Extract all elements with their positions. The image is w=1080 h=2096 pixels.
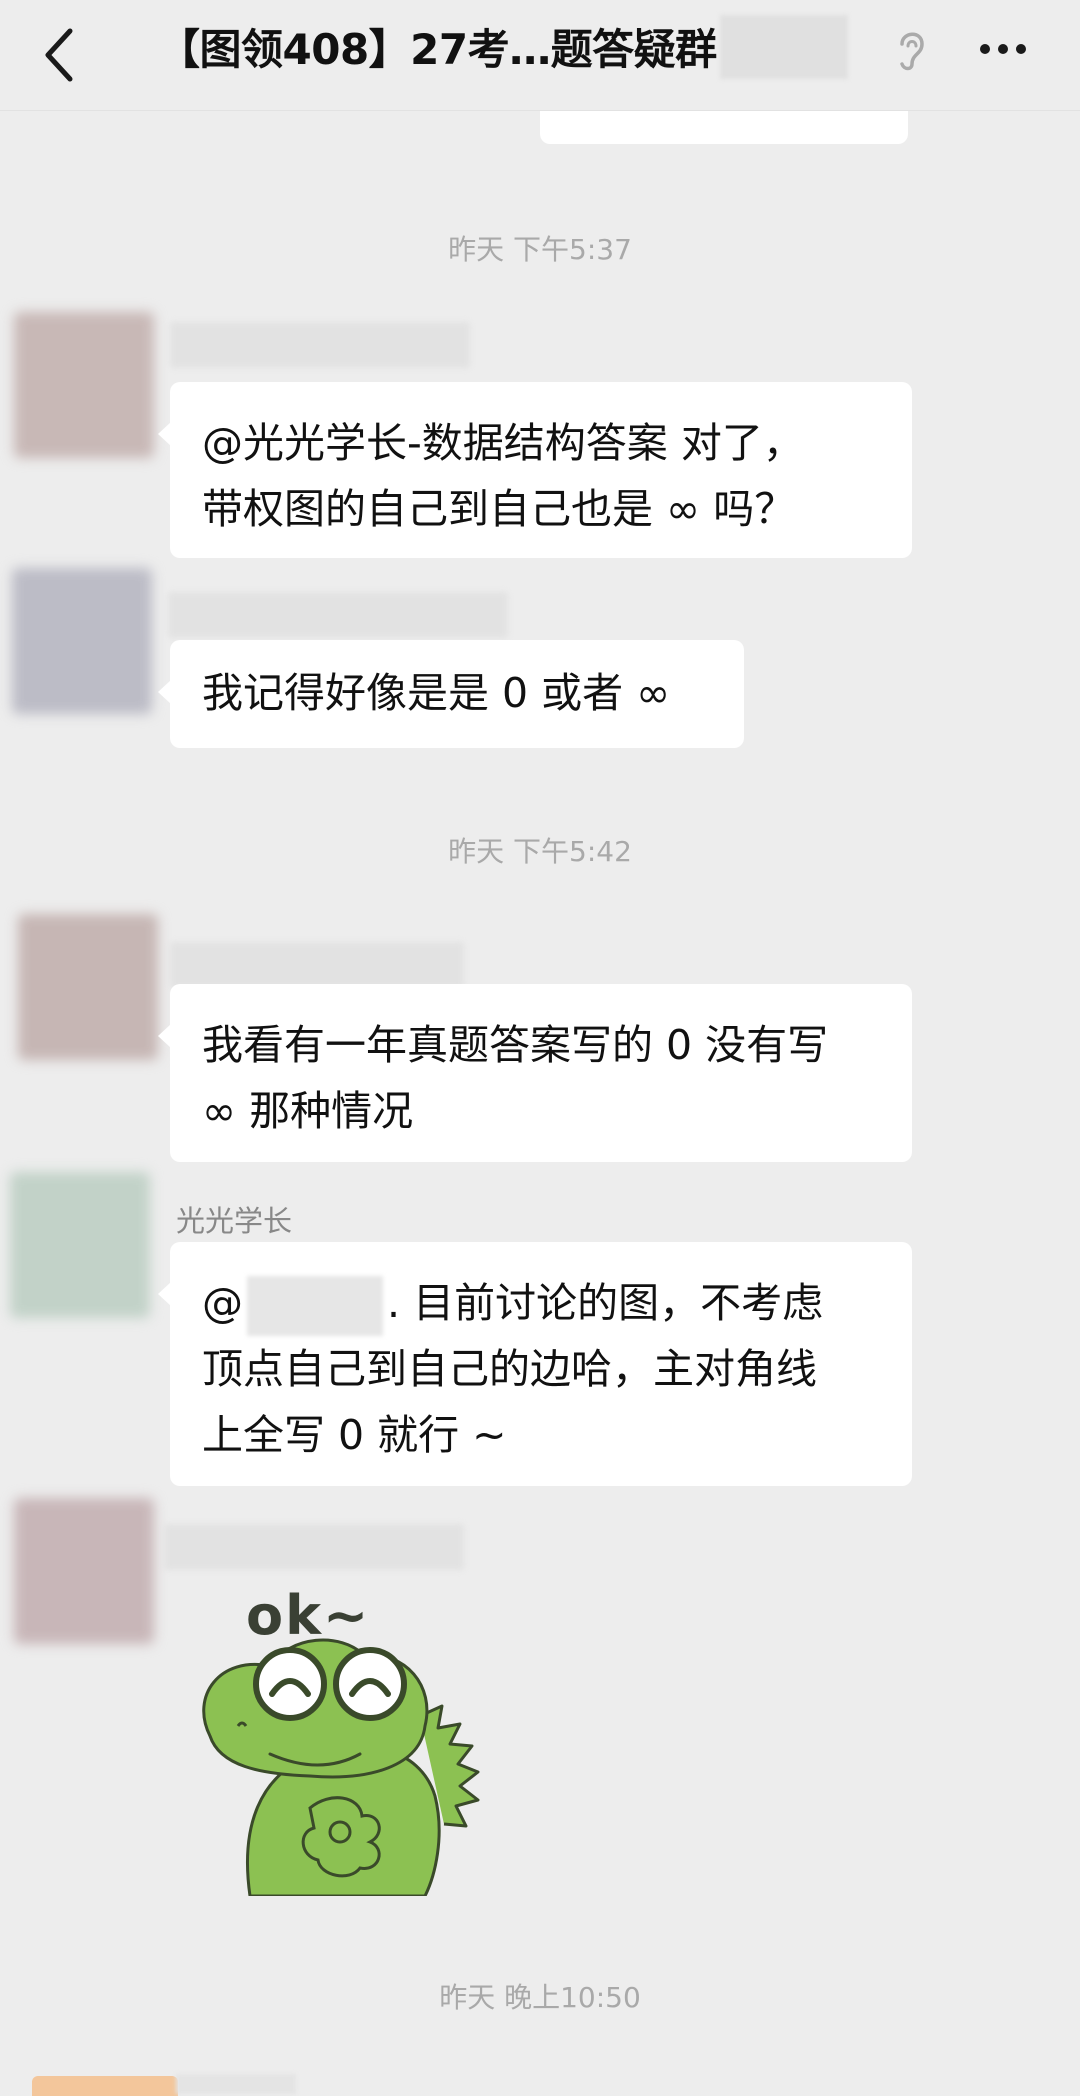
mention-symbol: @ (202, 1279, 243, 1327)
message-text: 我记得好像是是 0 或者 ∞ (202, 669, 671, 717)
sender-name-redacted (164, 1524, 464, 1570)
avatar[interactable] (18, 914, 158, 1060)
timestamp: 昨天 下午5:42 (448, 835, 632, 868)
message-text: 带权图的自己到自己也是 ∞ 吗？ (202, 485, 796, 533)
frog-sticker[interactable] (190, 1576, 490, 1896)
avatar[interactable] (14, 1498, 154, 1644)
avatar[interactable] (12, 568, 152, 714)
chevron-left-icon[interactable] (40, 25, 80, 85)
redacted-mention (247, 1276, 383, 1336)
message-text: 上全写 0 就行 ~ (202, 1411, 507, 1459)
avatar[interactable] (14, 312, 154, 458)
message-bubble[interactable]: @光光学长-数据结构答案 对了， 带权图的自己到自己也是 ∞ 吗？ (158, 382, 912, 558)
timestamp: 昨天 晚上10:50 (439, 1981, 641, 2014)
sender-name-redacted (170, 322, 470, 368)
message-text: 顶点自己到自己的边哈，主对角线 (202, 1345, 817, 1393)
message-bubble[interactable]: 我看有一年真题答案写的 0 没有写 ∞ 那种情况 (158, 984, 912, 1162)
sender-name: 光光学长 (176, 1204, 293, 1238)
chat-title: 【图领408】27考…题答疑群 (158, 25, 717, 74)
redacted-title-part (720, 15, 848, 79)
avatar[interactable] (32, 2076, 178, 2096)
sender-name-redacted (176, 2074, 296, 2094)
ear-icon[interactable] (890, 24, 930, 74)
more-icon[interactable] (978, 42, 1028, 56)
message-text: ∞ 那种情况 (202, 1087, 414, 1135)
message-bubble[interactable]: @ . 目前讨论的图，不考虑 顶点自己到自己的边哈，主对角线 上全写 0 就行 ~ (158, 1242, 912, 1486)
avatar[interactable] (10, 1172, 150, 1318)
message-text: @光光学长-数据结构答案 对了， (202, 419, 804, 467)
message-text: . 目前讨论的图，不考虑 (387, 1279, 824, 1327)
message-bubble[interactable]: 我记得好像是是 0 或者 ∞ (158, 640, 744, 748)
sender-name-redacted (168, 592, 508, 638)
chat-header: 【图领408】27考…题答疑群 (0, 0, 1080, 111)
sender-name-redacted (170, 942, 464, 988)
message-text: 我看有一年真题答案写的 0 没有写 (202, 1021, 829, 1069)
timestamp: 昨天 下午5:37 (448, 233, 632, 266)
